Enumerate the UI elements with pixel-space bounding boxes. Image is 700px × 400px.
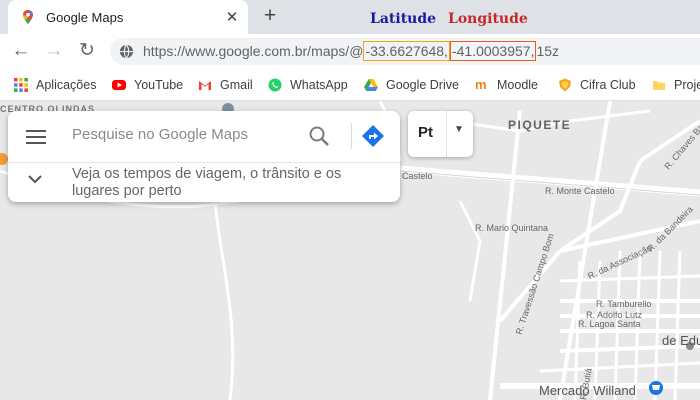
bookmark-google-drive[interactable]: Google Drive (364, 70, 459, 100)
bookmarks-bar: Aplicações YouTube Gmail WhatsApp Google… (0, 70, 700, 101)
url-latitude: -33.6627648, (363, 41, 450, 61)
latitude-annotation: Latitude (370, 11, 437, 27)
panel-divider (8, 162, 400, 163)
map-label: R. Tamburello (596, 299, 652, 309)
browser-tab[interactable]: Google Maps ✕ (8, 0, 248, 34)
globe-icon (119, 44, 134, 59)
bookmark-label: Gmail (220, 78, 253, 92)
youtube-icon (112, 80, 126, 90)
url-prefix: https://www.google.com.br/maps/@ (143, 43, 364, 59)
tab-close-icon[interactable]: ✕ (222, 8, 242, 26)
bookmark-label: YouTube (134, 78, 184, 92)
map-label: Castelo (402, 171, 433, 181)
chevron-down-icon[interactable] (28, 174, 42, 184)
cifra-club-icon (559, 78, 571, 92)
url-longitude: -41.0003957, (449, 41, 537, 61)
bookmark-label: Moodle (497, 78, 538, 92)
map-label: PIQUETE (508, 118, 572, 132)
bookmark-label: Proje (674, 78, 700, 92)
nearby-info-text[interactable]: Veja os tempos de viagem, o trânsito e o… (72, 166, 372, 200)
moodle-icon: m (475, 77, 487, 92)
bookmark-whatsapp[interactable]: WhatsApp (268, 70, 348, 100)
caret-down-icon[interactable]: ▼ (454, 124, 464, 135)
reload-icon[interactable]: ↻ (74, 38, 100, 64)
map-label: de Edu (662, 333, 700, 348)
longitude-annotation: Longitude (448, 11, 528, 27)
layers-button[interactable]: Pt ▼ (408, 111, 473, 157)
bookmark-label: Google Drive (386, 78, 459, 92)
search-divider (351, 123, 352, 149)
url-text: https://www.google.com.br/maps/@ -33.6627… (143, 41, 560, 61)
layers-label: Pt (418, 124, 433, 141)
bookmark-apps[interactable]: Aplicações (14, 70, 96, 100)
whatsapp-icon (268, 78, 282, 92)
url-zoom: 15z (536, 43, 560, 59)
bookmark-gmail[interactable]: Gmail (198, 70, 253, 100)
layers-divider (446, 111, 447, 157)
tab-strip: Google Maps ✕ + Latitude Longitude (0, 0, 700, 34)
bookmark-youtube[interactable]: YouTube (112, 70, 183, 100)
hamburger-menu-icon[interactable] (26, 129, 46, 145)
address-bar[interactable]: https://www.google.com.br/maps/@ -33.6627… (110, 38, 700, 65)
bookmark-label: Aplicações (36, 78, 97, 92)
bookmark-label: Cifra Club (580, 78, 636, 92)
google-maps-icon (23, 10, 33, 24)
forward-arrow-icon[interactable]: → (41, 38, 67, 64)
directions-icon[interactable] (361, 124, 385, 148)
bookmark-cifra-club[interactable]: Cifra Club (558, 70, 636, 100)
tab-title: Google Maps (46, 9, 124, 25)
google-drive-icon (364, 79, 378, 91)
map-label: R. Mario Quintana (475, 223, 549, 233)
back-arrow-icon[interactable]: ← (8, 38, 34, 64)
apps-grid-icon (14, 78, 28, 92)
new-tab-button[interactable]: + (258, 3, 282, 29)
gmail-icon (199, 81, 211, 90)
search-input[interactable]: Pesquise no Google Maps (72, 126, 248, 143)
bookmark-label: WhatsApp (290, 78, 348, 92)
map-label: Mercado Willand (539, 383, 636, 398)
map-label: R. Lagoa Santa (578, 319, 641, 329)
search-panel: Pesquise no Google Maps Veja os tempos d… (8, 111, 400, 202)
bookmark-moodle[interactable]: m Moodle (475, 70, 538, 100)
search-icon[interactable] (308, 125, 330, 147)
bookmark-folder-projects[interactable]: Proje (652, 70, 700, 100)
folder-icon (653, 81, 665, 90)
map-label: R. Monte Castelo (545, 186, 615, 196)
